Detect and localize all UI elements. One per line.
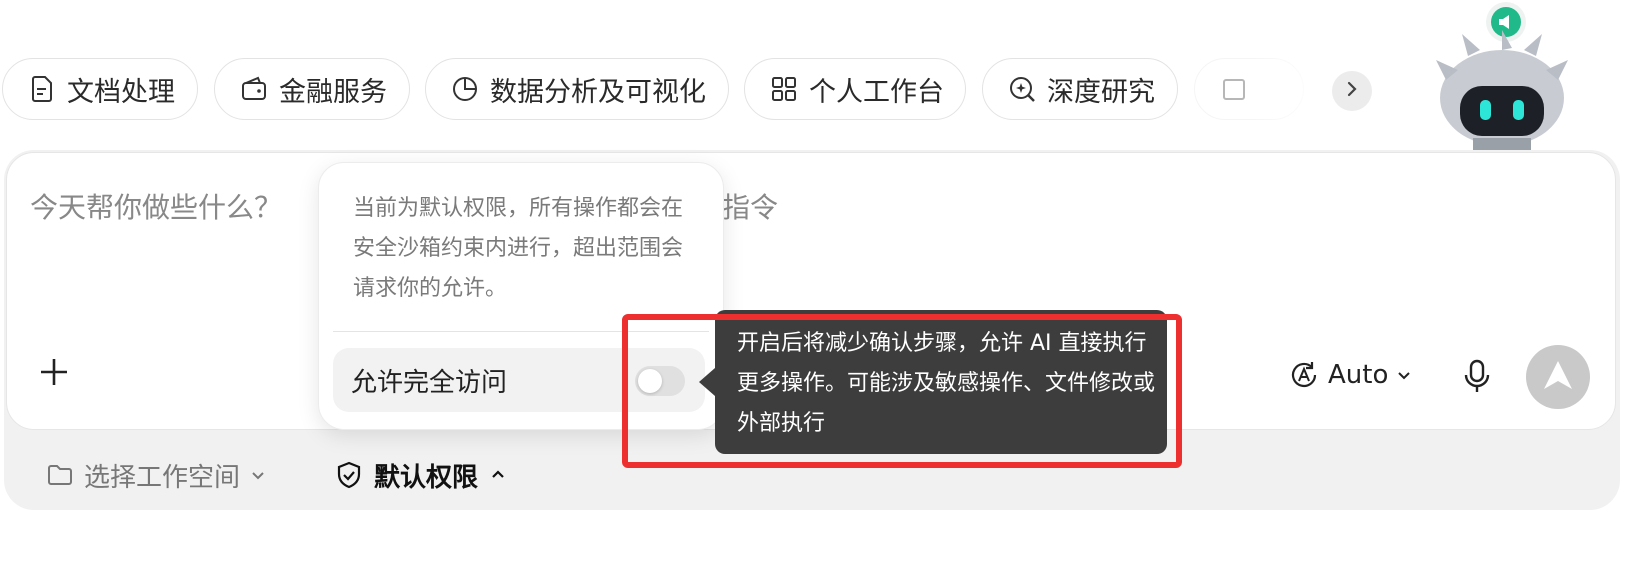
workspace-label: 选择工作空间 bbox=[84, 462, 241, 493]
folder-icon bbox=[46, 461, 74, 489]
pie-chart-icon bbox=[450, 74, 480, 104]
permission-label: 默认权限 bbox=[374, 462, 479, 493]
shield-check-icon bbox=[334, 460, 364, 490]
wallet-icon bbox=[239, 74, 269, 104]
add-attachment-button[interactable] bbox=[36, 354, 72, 390]
permission-description: 当前为默认权限，所有操作都会在安全沙箱约束内进行，超出范围会请求你的允许。 bbox=[353, 196, 684, 301]
voice-input-button[interactable] bbox=[1462, 358, 1492, 394]
grid-icon bbox=[769, 74, 799, 104]
chevron-right-icon bbox=[1343, 80, 1361, 102]
chevron-down-icon bbox=[250, 467, 266, 483]
auto-model-icon bbox=[1288, 359, 1320, 391]
chip-data-analysis[interactable]: 数据分析及可视化 bbox=[425, 58, 729, 120]
model-selector-button[interactable]: Auto bbox=[1288, 355, 1412, 395]
document-icon bbox=[27, 74, 57, 104]
plus-icon bbox=[36, 359, 72, 394]
model-label: Auto bbox=[1328, 360, 1389, 390]
chip-fade-overlay bbox=[1250, 58, 1330, 122]
chip-scroll-right-button[interactable] bbox=[1332, 71, 1372, 111]
search-research-icon bbox=[1007, 74, 1037, 104]
select-workspace-button[interactable]: 选择工作空间 bbox=[46, 455, 266, 495]
full-access-label: 允许完全访问 bbox=[351, 367, 508, 398]
chip-label: 数据分析及可视化 bbox=[490, 76, 706, 108]
chevron-down-icon bbox=[1396, 367, 1412, 383]
chip-label: 深度研究 bbox=[1047, 76, 1155, 108]
prompt-placeholder-tail[interactable]: 指令 bbox=[722, 186, 778, 226]
microphone-icon bbox=[1462, 359, 1492, 398]
calendar-icon bbox=[1219, 74, 1249, 104]
chip-label: 文档处理 bbox=[67, 76, 175, 108]
send-button[interactable] bbox=[1526, 345, 1590, 409]
chevron-up-icon bbox=[490, 467, 506, 483]
permission-mode-button[interactable]: 默认权限 bbox=[334, 455, 506, 495]
send-arrow-icon bbox=[1541, 358, 1575, 396]
chip-deep-research[interactable]: 深度研究 bbox=[982, 58, 1178, 120]
chip-financial-services[interactable]: 金融服务 bbox=[214, 58, 410, 120]
category-chip-row: 文档处理 金融服务 数据分析及可视化 个人工作台 深度研究 bbox=[0, 58, 1380, 122]
prompt-placeholder[interactable]: 今天帮你做些什么？ bbox=[30, 186, 282, 226]
assistant-mascot[interactable] bbox=[1418, 0, 1568, 152]
chip-personal-workspace[interactable]: 个人工作台 bbox=[744, 58, 966, 120]
highlight-annotation-box bbox=[622, 314, 1182, 468]
chip-label: 个人工作台 bbox=[809, 76, 944, 108]
chip-label: 金融服务 bbox=[279, 76, 387, 108]
chip-document-processing[interactable]: 文档处理 bbox=[2, 58, 198, 120]
